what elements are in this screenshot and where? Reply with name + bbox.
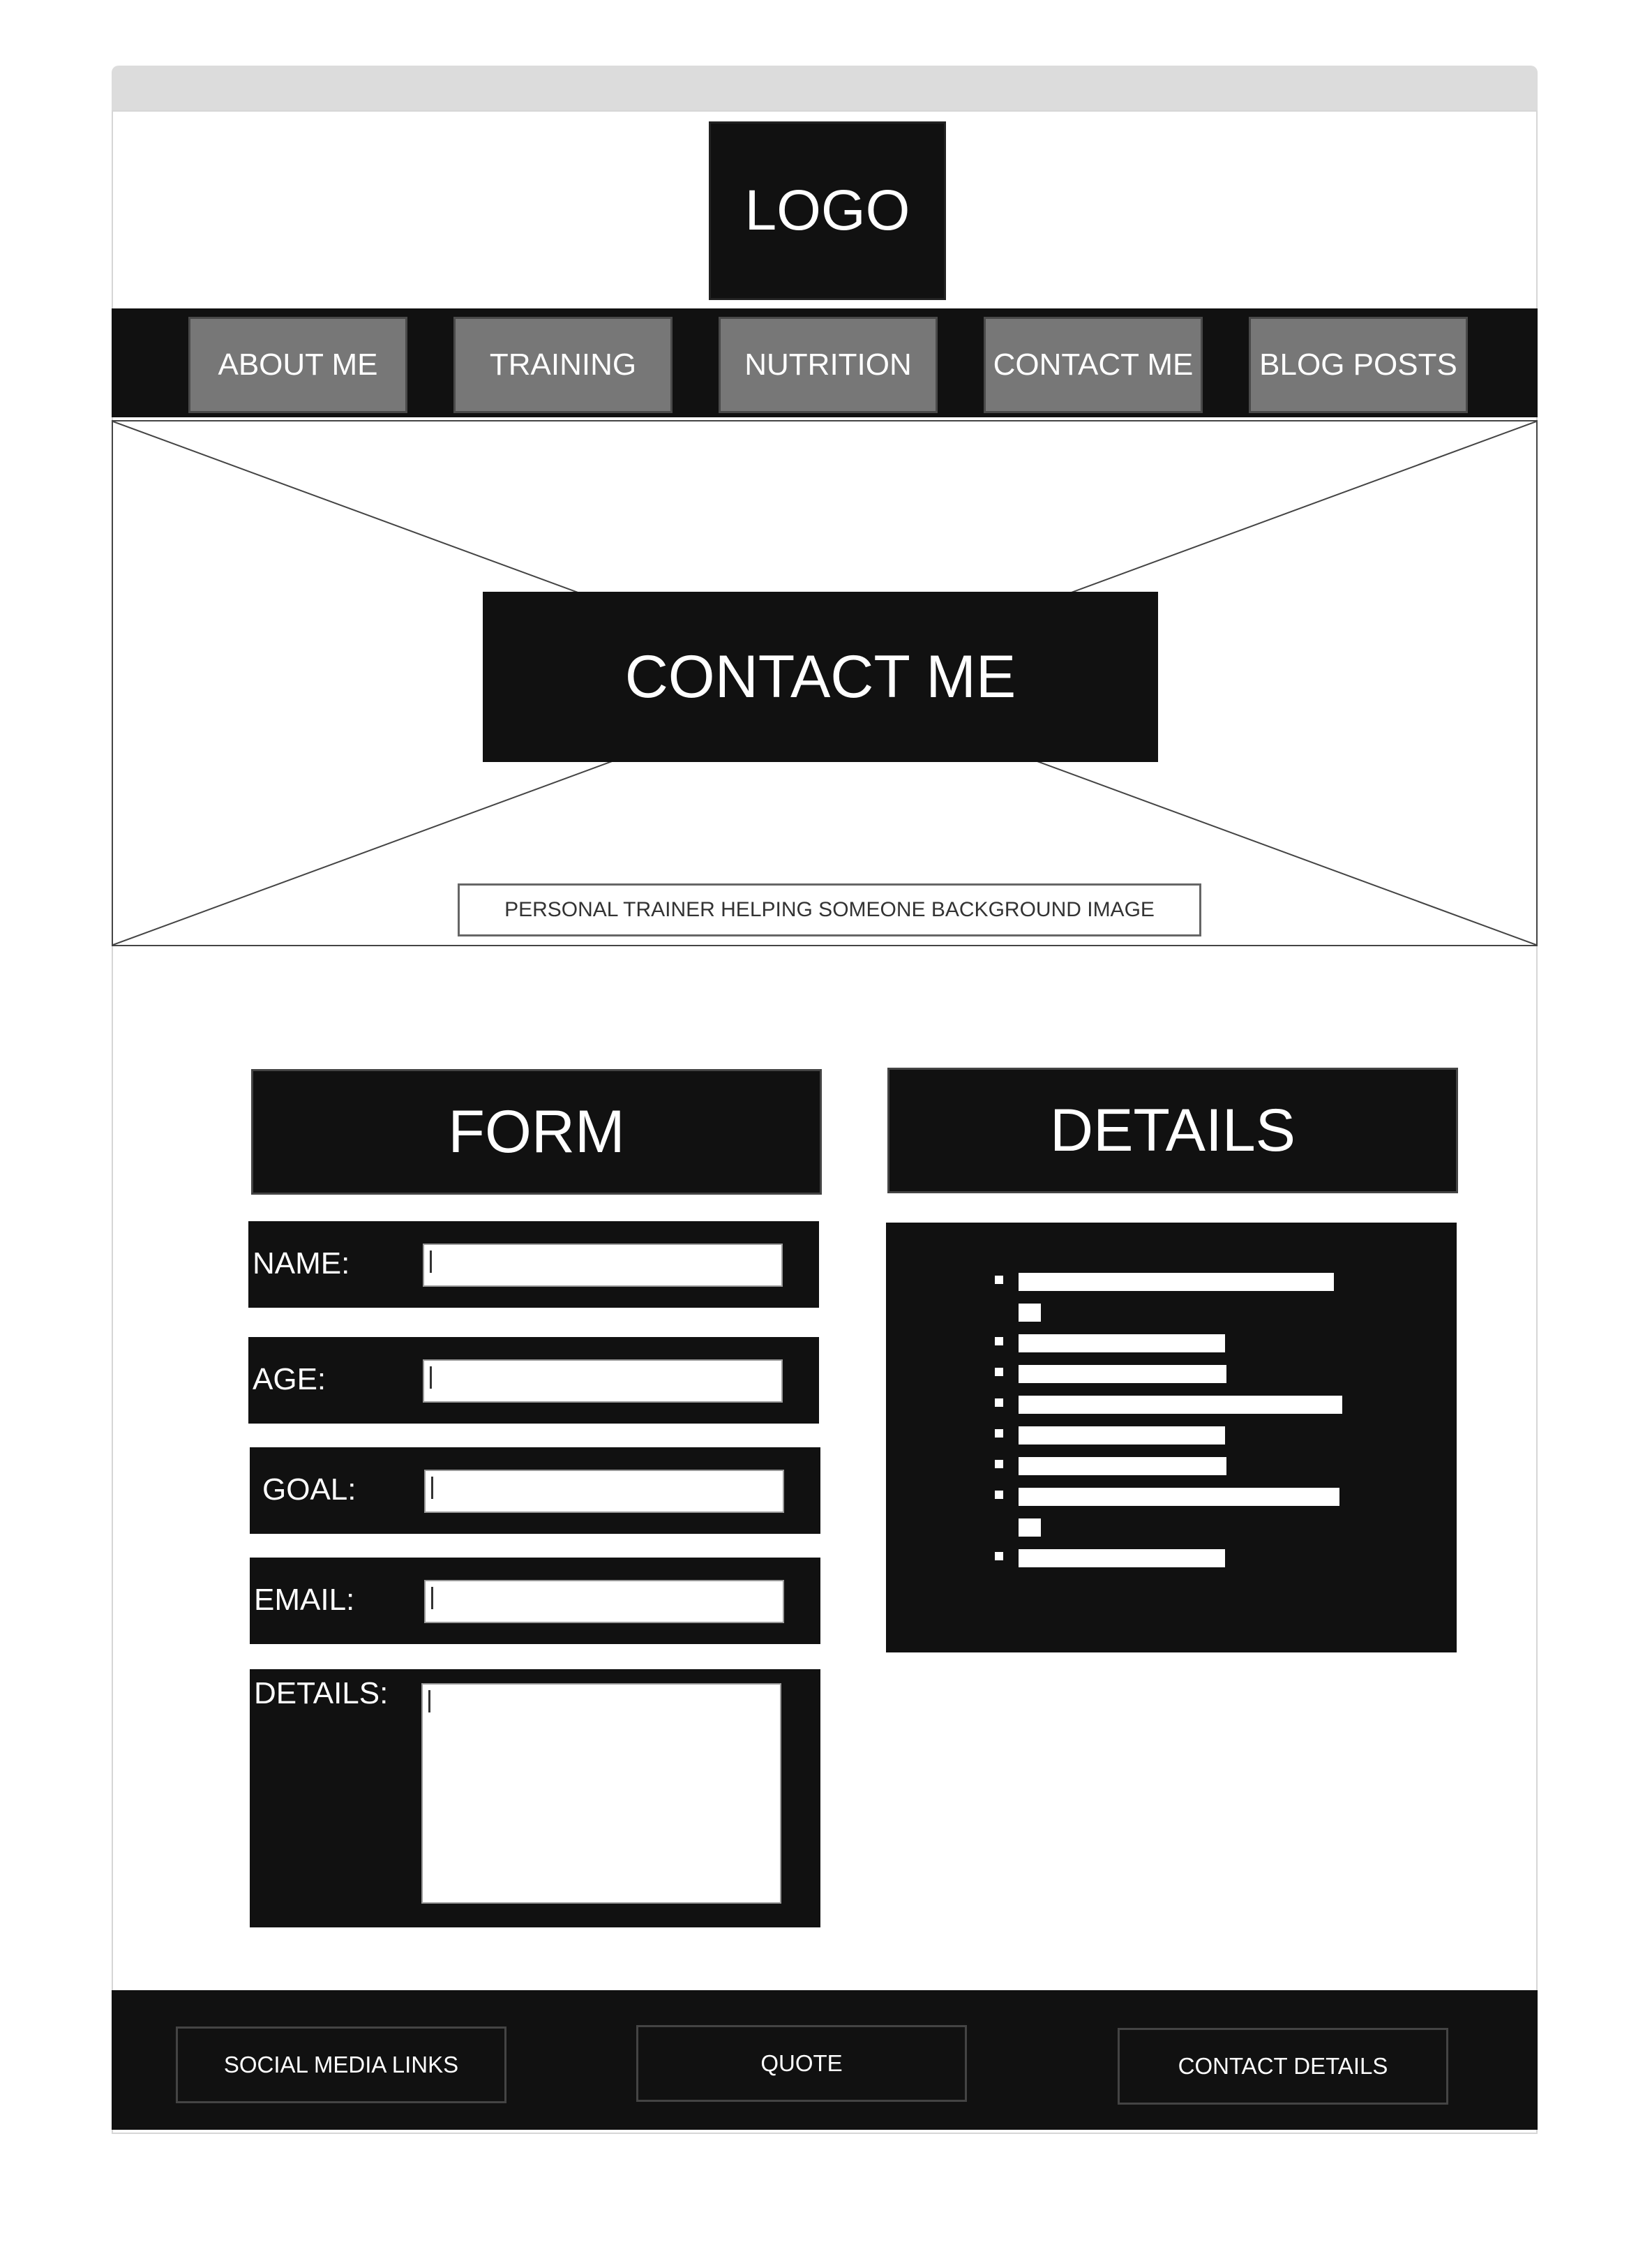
list-item-placeholder — [1019, 1549, 1225, 1567]
name-input[interactable] — [423, 1244, 783, 1287]
hero-image-caption: PERSONAL TRAINER HELPING SOMEONE BACKGRO… — [458, 883, 1201, 936]
list-bullet — [995, 1337, 1003, 1345]
list-item-placeholder — [1019, 1365, 1226, 1383]
browser-top-bar — [112, 66, 1538, 110]
text-caret — [430, 1366, 432, 1389]
nav-contact-me-button[interactable]: CONTACT ME — [984, 317, 1203, 413]
list-bullet — [995, 1552, 1003, 1560]
nav-training-button[interactable]: TRAINING — [453, 317, 673, 413]
list-bullet — [995, 1368, 1003, 1376]
hero-title: CONTACT ME — [483, 592, 1158, 762]
list-bullet — [995, 1491, 1003, 1499]
list-item-placeholder — [1019, 1488, 1339, 1506]
email-row: EMAIL: — [250, 1558, 820, 1644]
list-bullet — [995, 1429, 1003, 1438]
text-caret — [431, 1587, 433, 1609]
goal-input[interactable] — [424, 1470, 784, 1513]
footer-social-media-links[interactable]: SOCIAL MEDIA LINKS — [176, 2026, 506, 2103]
list-item-placeholder — [1019, 1304, 1041, 1322]
nav-blog-posts-button[interactable]: BLOG POSTS — [1249, 317, 1468, 413]
details-row: DETAILS: — [250, 1669, 820, 1927]
nav-about-me-button[interactable]: ABOUT ME — [188, 317, 407, 413]
list-item-placeholder — [1019, 1273, 1334, 1291]
footer-quote: QUOTE — [636, 2025, 967, 2102]
age-label: AGE: — [253, 1362, 326, 1396]
list-item-placeholder — [1019, 1426, 1225, 1444]
form-heading: FORM — [251, 1069, 822, 1195]
logo[interactable]: LOGO — [709, 121, 946, 300]
list-item-placeholder — [1019, 1457, 1226, 1475]
text-caret — [430, 1251, 432, 1273]
age-input[interactable] — [423, 1359, 783, 1403]
details-textarea[interactable] — [421, 1683, 781, 1904]
goal-row: GOAL: — [250, 1447, 820, 1534]
goal-label: GOAL: — [262, 1472, 356, 1507]
text-caret — [431, 1477, 433, 1499]
list-item-placeholder — [1019, 1518, 1041, 1537]
email-input[interactable] — [424, 1580, 784, 1623]
footer-contact-details[interactable]: CONTACT DETAILS — [1118, 2028, 1448, 2105]
details-list-box — [886, 1223, 1457, 1652]
name-row: NAME: — [248, 1221, 819, 1308]
nav-nutrition-button[interactable]: NUTRITION — [719, 317, 938, 413]
details-label: DETAILS: — [254, 1676, 389, 1710]
list-bullet — [995, 1276, 1003, 1284]
name-label: NAME: — [253, 1246, 350, 1281]
email-label: EMAIL: — [254, 1583, 355, 1617]
text-caret — [428, 1690, 430, 1712]
list-bullet — [995, 1398, 1003, 1407]
age-row: AGE: — [248, 1337, 819, 1424]
details-heading: DETAILS — [887, 1068, 1458, 1193]
list-bullet — [995, 1460, 1003, 1468]
list-item-placeholder — [1019, 1334, 1225, 1352]
list-item-placeholder — [1019, 1396, 1342, 1414]
